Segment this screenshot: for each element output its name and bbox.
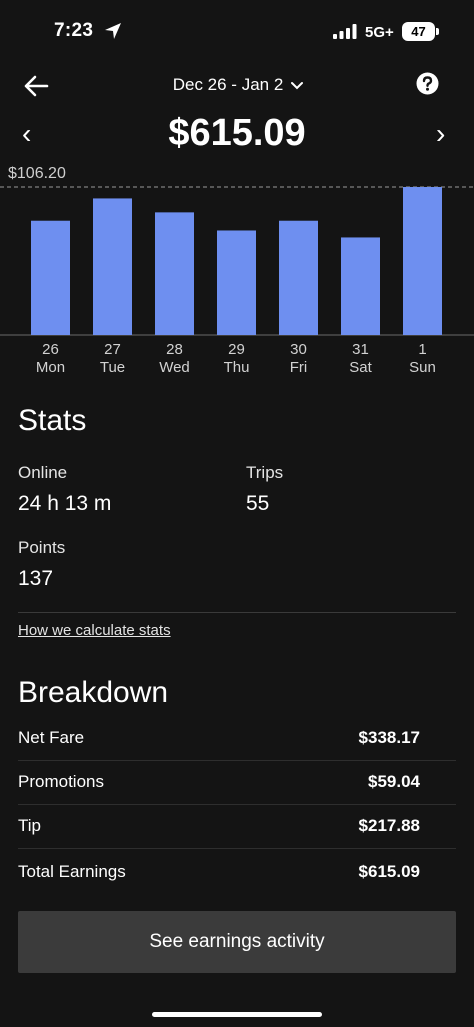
day-label-mon: 26 Mon <box>20 341 82 377</box>
day-number: 29 <box>228 341 245 358</box>
day-label-wed: 28 Wed <box>144 341 206 377</box>
day-number: 1 <box>418 341 427 358</box>
cellular-signal-icon <box>333 24 357 39</box>
breakdown-row-promotions: Promotions $59.04 <box>18 770 420 794</box>
next-week-button[interactable]: › <box>436 120 456 148</box>
breakdown-amount: $338.17 <box>358 728 420 747</box>
breakdown-label: Net Fare <box>18 728 85 747</box>
status-time: 7:23 <box>54 20 94 41</box>
chart-bar-mon[interactable] <box>31 220 70 335</box>
how-we-calculate-stats-link[interactable]: How we calculate stats <box>18 622 171 639</box>
breakdown-row-net-fare: Net Fare $338.17 <box>18 726 420 750</box>
online-value: 24 h 13 m <box>18 492 112 515</box>
day-name: Mon <box>35 359 66 376</box>
day-name: Sat <box>349 359 372 376</box>
day-number: 30 <box>290 341 307 358</box>
row-divider <box>18 848 456 849</box>
chart-bar-sun[interactable] <box>403 187 442 335</box>
day-number: 31 <box>352 341 369 358</box>
day-label-sat: 31 Sat <box>330 341 392 377</box>
chart-bar-sat[interactable] <box>341 237 380 335</box>
points-label: Points <box>18 538 66 557</box>
back-arrow-icon[interactable] <box>22 72 50 100</box>
day-name: Tue <box>99 359 126 376</box>
chart-bar-thu[interactable] <box>217 230 256 335</box>
day-name: Wed <box>159 359 190 376</box>
day-number: 28 <box>166 341 183 358</box>
home-indicator <box>152 1012 322 1017</box>
total-earnings-amount: $615.09 <box>168 112 306 154</box>
online-label: Online <box>18 463 68 482</box>
chart-bar-wed[interactable] <box>155 212 194 335</box>
row-divider <box>18 760 456 761</box>
chevron-down-icon <box>291 82 304 90</box>
breakdown-label: Total Earnings <box>18 862 126 881</box>
see-earnings-activity-button[interactable]: See earnings activity <box>18 911 456 973</box>
breakdown-label: Tip <box>18 816 41 835</box>
day-label-sun: 1 Sun <box>392 341 454 377</box>
breakdown-amount: $615.09 <box>358 862 420 881</box>
location-arrow-icon <box>105 23 121 39</box>
help-icon[interactable] <box>416 72 439 95</box>
earnings-bar-chart <box>0 186 474 336</box>
day-name: Thu <box>223 359 250 376</box>
breakdown-title: Breakdown <box>18 676 169 709</box>
row-divider <box>18 804 456 805</box>
date-range-label: Dec 26 - Jan 2 <box>172 75 284 94</box>
day-label-fri: 30 Fri <box>268 341 330 377</box>
day-name: Sun <box>409 359 436 376</box>
day-number: 26 <box>42 341 59 358</box>
network-type: 5G+ <box>365 24 394 41</box>
breakdown-amount: $59.04 <box>368 772 420 791</box>
breakdown-row-tip: Tip $217.88 <box>18 814 420 838</box>
chart-bar-fri[interactable] <box>279 220 318 335</box>
breakdown-label: Promotions <box>18 772 104 791</box>
trips-value: 55 <box>246 492 270 515</box>
day-label-thu: 29 Thu <box>206 341 268 377</box>
date-range-selector[interactable]: Dec 26 - Jan 2 <box>140 72 336 98</box>
day-name: Fri <box>289 359 308 376</box>
points-value: 137 <box>18 567 54 590</box>
breakdown-row-total-earnings: Total Earnings $615.09 <box>18 860 420 884</box>
stats-title: Stats <box>18 404 87 437</box>
breakdown-amount: $217.88 <box>358 816 420 835</box>
day-label-tue: 27 Tue <box>82 341 144 377</box>
trips-label: Trips <box>246 463 284 482</box>
battery-icon: 47 <box>402 22 435 41</box>
day-number: 27 <box>104 341 121 358</box>
battery-nub <box>436 28 439 35</box>
stats-divider <box>18 612 456 613</box>
chart-bar-tue[interactable] <box>93 198 132 335</box>
